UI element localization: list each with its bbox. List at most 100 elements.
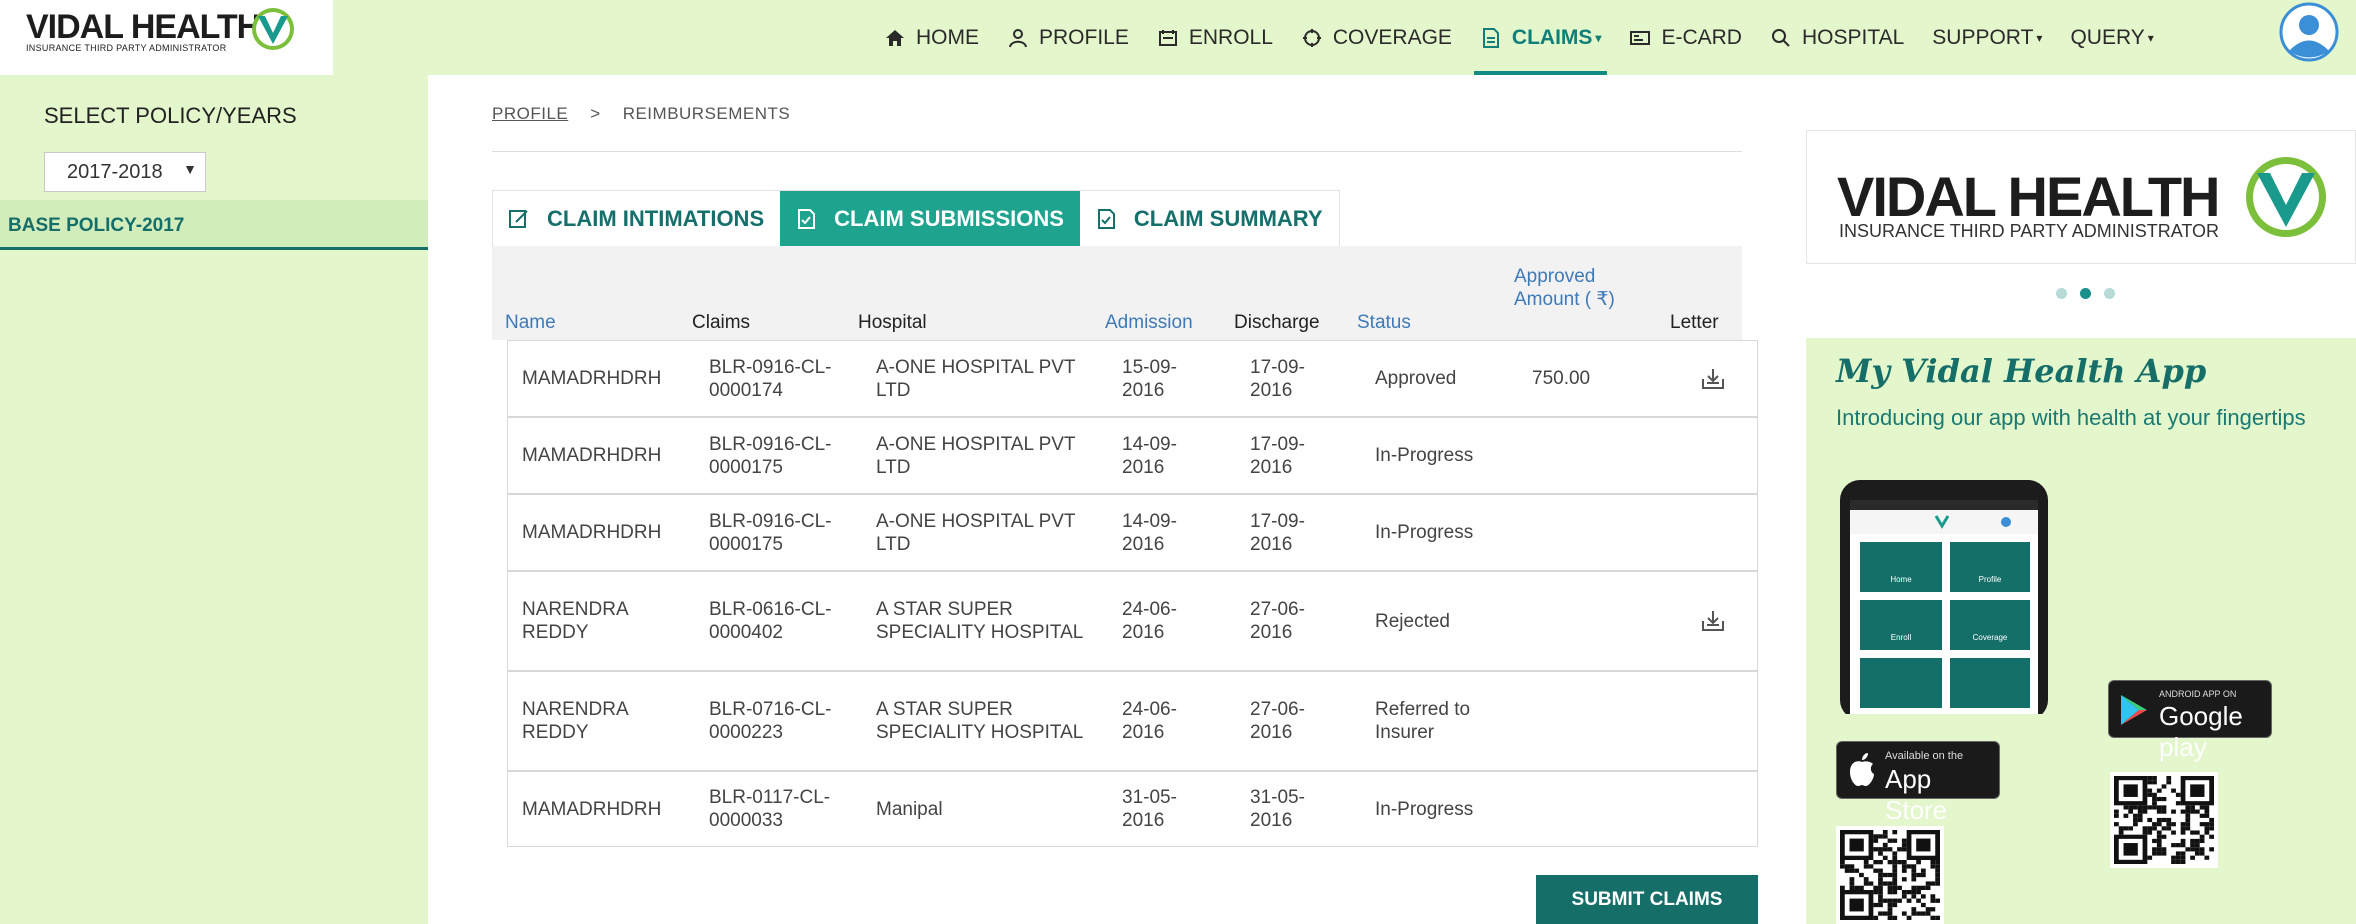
main-nav: HOME PROFILE ENROLL COVERAGE CLAIMS ▾ E-CARD HO… — [870, 0, 2168, 75]
carousel-dot[interactable] — [2104, 288, 2115, 299]
enroll-icon — [1158, 29, 1177, 46]
cell-admission: 24-06-2016 — [1122, 699, 1177, 743]
cell-admission: 24-06-2016 — [1122, 599, 1177, 643]
app-promo-subtitle: Introducing our app with health at your … — [1836, 405, 2306, 430]
cell-hospital: A-ONE HOSPITAL PVT LTD — [876, 433, 1076, 478]
edit-note-icon — [509, 210, 528, 228]
policy-year-select[interactable]: 2017-2018 ▼ — [44, 152, 206, 192]
phone-tile-label: Home — [1890, 575, 1912, 584]
check-doc-icon — [798, 209, 816, 229]
cell-status: Rejected — [1375, 610, 1450, 632]
nav-label: ENROLL — [1188, 25, 1273, 49]
nav-label: COVERAGE — [1332, 25, 1452, 49]
cell-admission: 31-05-2016 — [1122, 787, 1177, 831]
download-letter-icon[interactable] — [1700, 609, 1726, 633]
cell-admission: 14-09-2016 — [1122, 510, 1177, 555]
nav-item-hospital[interactable]: HOSPITAL — [1756, 0, 1918, 75]
nav-item-claims[interactable]: CLAIMS ▾ — [1466, 0, 1616, 75]
app-promo-panel: My Vidal Health App Introducing our app … — [1806, 338, 2356, 924]
tab-label: CLAIM SUMMARY — [1133, 206, 1323, 231]
logo-subtitle: INSURANCE THIRD PARTY ADMINISTRATOR — [26, 43, 227, 53]
submit-claims-button[interactable]: SUBMIT CLAIMS — [1536, 875, 1758, 924]
cell-status: In-Progress — [1375, 522, 1474, 543]
cell-admission: 14-09-2016 — [1122, 433, 1177, 478]
nav-item-e-card[interactable]: E-CARD — [1615, 0, 1756, 75]
brand-logo[interactable]: VIDAL HEALTH INSURANCE THIRD PARTY ADMIN… — [0, 0, 333, 75]
home-icon — [886, 29, 904, 46]
app-store-text: App Store — [1885, 764, 1948, 825]
nav-item-enroll[interactable]: ENROLL — [1143, 0, 1287, 75]
caret-down-icon: ▾ — [1595, 30, 1602, 45]
phone-mockup-image: Home Profile Enroll Coverage — [1840, 480, 2048, 714]
apple-icon — [1850, 753, 1874, 786]
app-promo-title: My Vidal Health App — [1836, 352, 2207, 390]
carousel-dot-active[interactable] — [2080, 288, 2091, 299]
nav-label: SUPPORT — [1932, 25, 2034, 49]
user-icon — [1009, 28, 1027, 47]
breadcrumb-profile-link[interactable]: PROFILE — [492, 104, 568, 123]
cell-discharge: 31-05-2016 — [1250, 787, 1305, 831]
google-play-text: Google play — [2159, 701, 2243, 762]
cell-name: MAMADRHDRH — [522, 445, 662, 466]
cell-name: MAMADRHDRH — [522, 798, 662, 820]
phone-tile-label: Enroll — [1891, 633, 1912, 642]
year-select-value: 2017-2018 — [67, 161, 163, 183]
column-header-admission[interactable]: Admission — [1105, 312, 1193, 334]
cell-claim: BLR-0616-CL-0000402 — [709, 599, 832, 643]
sidebar-item-policy[interactable]: BASE POLICY-2017 — [0, 200, 428, 250]
cell-status: Referred to Insurer — [1375, 699, 1471, 743]
phone-tile-label: Coverage — [1973, 633, 2008, 642]
left-sidebar: SELECT POLICY/YEARS 2017-2018 ▼ BASE POL… — [0, 75, 428, 924]
promo-logo-banner: VIDAL HEALTH INSURANCE THIRD PARTY ADMIN… — [1806, 130, 2356, 264]
cell-hospital: A STAR SUPER SPECIALITY HOSPITAL — [876, 599, 1084, 643]
qr-code-icon[interactable] — [2110, 772, 2218, 868]
column-header-status[interactable]: Status — [1357, 312, 1411, 334]
tab-claim-intimations[interactable]: CLAIM INTIMATIONS — [493, 191, 780, 247]
tab-claim-submissions[interactable]: CLAIM SUBMISSIONS — [780, 191, 1080, 247]
cell-admission: 15-09-2016 — [1122, 356, 1177, 401]
claim-tabs: CLAIM INTIMATIONS CLAIM SUBMISSIONS CLAI… — [492, 190, 1340, 247]
logo-text: VIDAL HEALTH — [26, 8, 261, 46]
cell-discharge: 17-09-2016 — [1250, 356, 1305, 401]
breadcrumb: PROFILE > REIMBURSEMENTS — [492, 104, 790, 124]
cell-claim: BLR-0916-CL-0000175 — [709, 510, 832, 555]
ecard-icon — [1630, 30, 1651, 45]
vidal-v-logo-icon — [252, 8, 294, 50]
app-store-small-text: Available on the — [1885, 750, 1964, 762]
cell-hospital: A-ONE HOSPITAL PVT LTD — [876, 356, 1076, 401]
cell-claim: BLR-0916-CL-0000174 — [709, 356, 832, 401]
cell-discharge: 27-06-2016 — [1250, 699, 1305, 743]
cell-status: In-Progress — [1375, 445, 1474, 466]
cell-name: NARENDRA REDDY — [522, 699, 628, 743]
google-play-button[interactable]: ANDROID APP ON Google play — [2108, 680, 2272, 762]
download-letter-icon[interactable] — [1700, 367, 1726, 391]
nav-item-support[interactable]: SUPPORT ▾ — [1918, 0, 2056, 75]
carousel-dot[interactable] — [2056, 288, 2067, 299]
column-header-hospital: Hospital — [858, 312, 927, 333]
column-header-name[interactable]: Name — [505, 312, 556, 334]
cell-hospital: A STAR SUPER SPECIALITY HOSPITAL — [876, 699, 1084, 743]
nav-label: QUERY — [2070, 25, 2145, 49]
column-header-approved-amount[interactable]: Approved Amount ( ₹) — [1514, 265, 1632, 311]
nav-item-query[interactable]: QUERY ▾ — [2056, 0, 2167, 75]
caret-down-icon: ▼ — [179, 161, 197, 177]
nav-item-coverage[interactable]: COVERAGE — [1287, 0, 1466, 75]
user-avatar-icon[interactable] — [2276, 2, 2342, 62]
play-store-icon — [2121, 695, 2147, 725]
tab-claim-summary[interactable]: CLAIM SUMMARY — [1080, 191, 1339, 247]
cell-status: In-Progress — [1375, 798, 1474, 820]
nav-item-profile[interactable]: PROFILE — [993, 0, 1143, 75]
nav-label: PROFILE — [1039, 25, 1129, 49]
sidebar-title: SELECT POLICY/YEARS — [44, 103, 297, 128]
column-header-discharge: Discharge — [1234, 312, 1320, 333]
column-header-claims: Claims — [692, 312, 751, 333]
app-store-button[interactable]: Available on the App Store — [1836, 741, 2000, 825]
phone-tile-label: Profile — [1979, 575, 2002, 584]
cell-hospital: Manipal — [876, 798, 943, 820]
coverage-icon — [1302, 28, 1321, 47]
carousel-dots — [2056, 288, 2115, 299]
cell-hospital: A-ONE HOSPITAL PVT LTD — [876, 510, 1076, 555]
cell-amount: 750.00 — [1532, 368, 1591, 389]
qr-code-icon[interactable] — [1836, 826, 1944, 924]
nav-item-home[interactable]: HOME — [870, 0, 993, 75]
